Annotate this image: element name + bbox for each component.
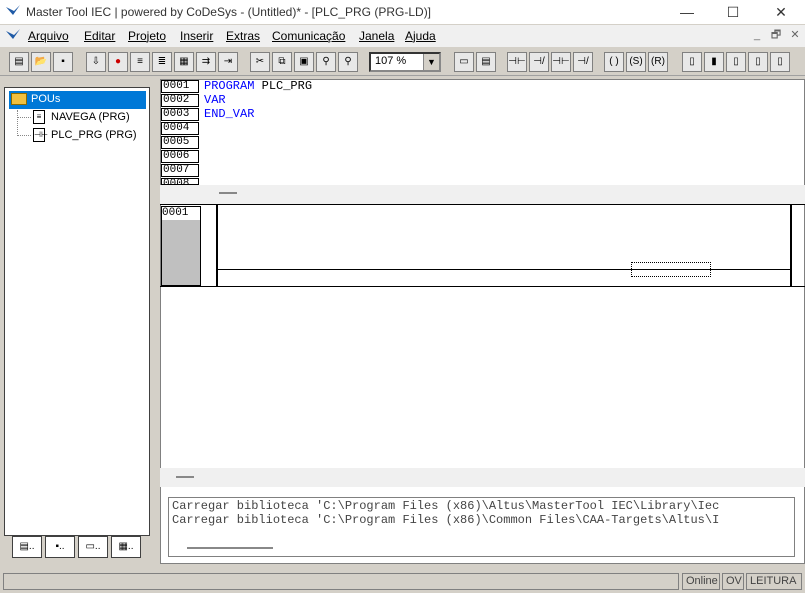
step-over-icon[interactable]: ⇉ xyxy=(196,52,216,72)
copy-icon[interactable]: ⧉ xyxy=(272,52,292,72)
line-number: 0004 xyxy=(161,122,199,135)
line-number: 0002 xyxy=(161,94,199,107)
tree-line xyxy=(17,110,18,136)
code-line-2[interactable]: VAR xyxy=(204,93,226,107)
paste-icon[interactable]: ▣ xyxy=(294,52,314,72)
line-number: 0006 xyxy=(161,150,199,163)
mdi-app-icon xyxy=(6,29,20,41)
status-online: Online xyxy=(682,573,720,590)
menu-editar[interactable]: Editar xyxy=(84,29,115,43)
insertion-cursor[interactable] xyxy=(631,262,711,277)
run-icon[interactable]: ≡ xyxy=(130,52,150,72)
splitter-grip xyxy=(219,192,237,194)
right-power-rail xyxy=(790,205,792,286)
open-folder-icon[interactable]: 📂 xyxy=(31,52,51,72)
editor-pane[interactable] xyxy=(160,79,805,564)
tree-item-plc-prg[interactable]: PLC_PRG (PRG) xyxy=(51,129,137,141)
reset-coil-icon[interactable]: (R) xyxy=(648,52,668,72)
status-message xyxy=(3,573,679,590)
line-number: 0008 xyxy=(161,178,199,185)
menu-ajuda[interactable]: Ajuda xyxy=(405,29,436,43)
step-icon[interactable]: ≣ xyxy=(152,52,172,72)
tab-data-types[interactable]: ▪.. xyxy=(45,536,75,558)
new-file-icon[interactable]: ▤ xyxy=(9,52,29,72)
line-number: 0003 xyxy=(161,108,199,121)
find-icon[interactable]: ⚲ xyxy=(316,52,336,72)
tab-visualizations[interactable]: ▭.. xyxy=(78,536,108,558)
box-enable-icon[interactable]: ▮ xyxy=(704,52,724,72)
splitter-top[interactable] xyxy=(160,185,805,204)
zoom-select[interactable]: 107 % ▼ xyxy=(369,52,441,72)
horizontal-scrollbar[interactable] xyxy=(187,547,273,549)
comment-icon[interactable]: ▭ xyxy=(454,52,474,72)
menu-arquivo[interactable]: Arquivo xyxy=(28,29,69,43)
title-bar: Master Tool IEC | powered by CoDeSys - (… xyxy=(0,0,805,24)
tree-root-pous[interactable]: POUs xyxy=(9,91,146,109)
parallel-negated-contact-icon[interactable]: ⊣/⊢ xyxy=(573,52,593,72)
mdi-restore-button[interactable]: 🗗 xyxy=(767,27,785,43)
message-line: Carregar biblioteca 'C:\Program Files (x… xyxy=(172,499,720,513)
menu-extras[interactable]: Extras xyxy=(226,29,260,43)
tab-pous[interactable]: ▤.. xyxy=(12,536,42,558)
login-icon[interactable]: ⇩ xyxy=(86,52,106,72)
set-coil-icon[interactable]: (S) xyxy=(626,52,646,72)
code-line-1[interactable]: PROGRAM PLC_PRG xyxy=(204,79,312,93)
line-number: 0001 xyxy=(161,80,199,93)
contact-icon[interactable]: ⊣⊢ xyxy=(507,52,527,72)
left-power-rail xyxy=(216,205,218,286)
step-into-icon[interactable]: ⇥ xyxy=(218,52,238,72)
line-number: 0005 xyxy=(161,136,199,149)
splitter-bottom[interactable] xyxy=(160,468,805,487)
tree-root-label: POUs xyxy=(31,93,61,105)
status-ov: OV xyxy=(722,573,744,590)
tree-item-navega[interactable]: NAVEGA (PRG) xyxy=(51,111,130,123)
rung-number: 0001 xyxy=(162,207,200,220)
box-icon[interactable]: ▯ xyxy=(682,52,702,72)
find-next-icon[interactable]: ⚲ xyxy=(338,52,358,72)
zoom-value: 107 % xyxy=(375,55,407,67)
parallel-contact-icon[interactable]: ⊣⊢ xyxy=(551,52,571,72)
object-organizer: POUs ≡ NAVEGA (PRG) ⊣⊢ PLC_PRG (PRG) xyxy=(4,87,150,536)
app-icon xyxy=(6,5,20,17)
menu-janela[interactable]: Janela xyxy=(359,29,394,43)
jump-icon[interactable]: ▯ xyxy=(748,52,768,72)
line-number: 0007 xyxy=(161,164,199,177)
stop-icon[interactable]: ● xyxy=(108,52,128,72)
menu-projeto[interactable]: Projeto xyxy=(128,29,166,43)
save-icon[interactable]: ▪ xyxy=(53,52,73,72)
program-icon: ≡ xyxy=(33,110,45,124)
return-icon[interactable]: ▯ xyxy=(770,52,790,72)
menu-comunicacao[interactable]: Comunicação xyxy=(272,29,345,43)
mdi-close-button[interactable]: ✕ xyxy=(786,27,804,43)
chevron-down-icon[interactable]: ▼ xyxy=(423,54,439,70)
menu-bar: Arquivo Editar Projeto Inserir Extras Co… xyxy=(0,25,805,47)
window-title: Master Tool IEC | powered by CoDeSys - (… xyxy=(26,5,432,19)
message-line: Carregar biblioteca 'C:\Program Files (x… xyxy=(172,513,720,527)
tree-line xyxy=(17,117,31,118)
breakpoint-icon[interactable]: ▦ xyxy=(174,52,194,72)
minimize-button[interactable]: — xyxy=(664,0,710,24)
mdi-minimize-button[interactable]: _ xyxy=(748,27,766,43)
splitter-grip xyxy=(176,476,194,478)
cut-icon[interactable]: ✂ xyxy=(250,52,270,72)
close-button[interactable]: ✕ xyxy=(758,0,804,24)
code-line-3[interactable]: END_VAR xyxy=(204,107,254,121)
ladder-program-icon: ⊣⊢ xyxy=(33,128,48,142)
maximize-button[interactable]: ☐ xyxy=(710,0,756,24)
organizer-tabs: ▤.. ▪.. ▭.. ▦.. xyxy=(12,536,142,560)
negated-contact-icon[interactable]: ⊣/⊢ xyxy=(529,52,549,72)
function-block-icon[interactable]: ▯ xyxy=(726,52,746,72)
tree-line xyxy=(17,135,31,136)
status-mode: LEITURA xyxy=(746,573,802,590)
tab-resources[interactable]: ▦.. xyxy=(111,536,141,558)
menu-inserir[interactable]: Inserir xyxy=(180,29,213,43)
folder-icon xyxy=(11,93,27,105)
network-icon[interactable]: ▤ xyxy=(476,52,496,72)
coil-icon[interactable]: ( ) xyxy=(604,52,624,72)
